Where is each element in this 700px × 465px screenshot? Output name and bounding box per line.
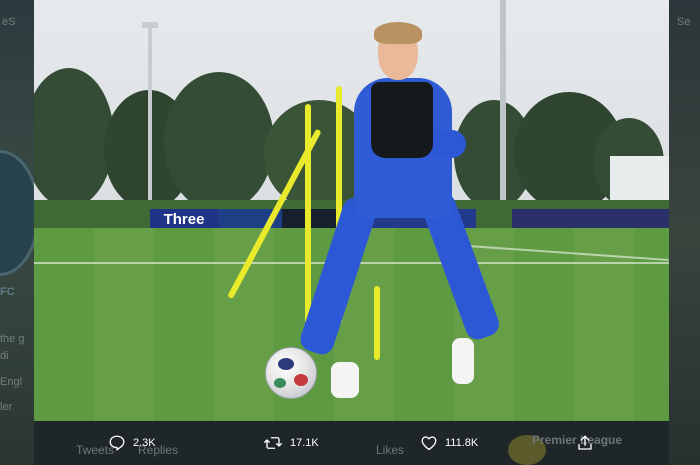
share-button[interactable] — [576, 431, 594, 455]
retweet-button[interactable]: 17.1K — [263, 431, 319, 455]
backdrop-text: ler — [0, 401, 13, 413]
share-icon — [576, 434, 594, 452]
player-boot — [452, 338, 474, 384]
reply-button[interactable]: 2.3K — [108, 431, 156, 455]
left-backdrop: eS FC the g di Engl ler — [0, 0, 34, 465]
floodlight-pole — [148, 24, 152, 214]
football — [265, 347, 317, 399]
like-button[interactable]: 111.8K — [420, 431, 478, 455]
player-hair — [374, 22, 422, 44]
reply-count: 2.3K — [133, 437, 156, 449]
right-backdrop: Se — [669, 0, 700, 465]
backdrop-text: eS — [2, 16, 16, 28]
training-pole — [374, 286, 380, 360]
tweet-action-bar: Tweets Replies Likes Premier League 2.3K… — [34, 421, 669, 465]
club-crest-blurred — [0, 150, 34, 276]
backdrop-text: FC — [0, 286, 15, 298]
retweet-count: 17.1K — [290, 437, 319, 449]
retweet-icon — [263, 434, 283, 452]
tree — [164, 72, 274, 212]
background-tab-likes: Likes — [376, 443, 405, 457]
backdrop-text: di — [0, 350, 9, 362]
backdrop-text: Engl — [0, 376, 23, 388]
player-boot — [331, 362, 359, 398]
backdrop-text: the g — [0, 333, 25, 345]
training-photo: Three — [34, 0, 669, 421]
player-training-bib — [371, 82, 433, 158]
training-pole — [305, 104, 311, 324]
reply-icon — [108, 434, 126, 452]
backdrop-text: Se — [677, 16, 691, 28]
heart-icon — [420, 434, 438, 452]
like-count: 111.8K — [445, 437, 479, 449]
floodlight-lamp — [142, 22, 158, 28]
